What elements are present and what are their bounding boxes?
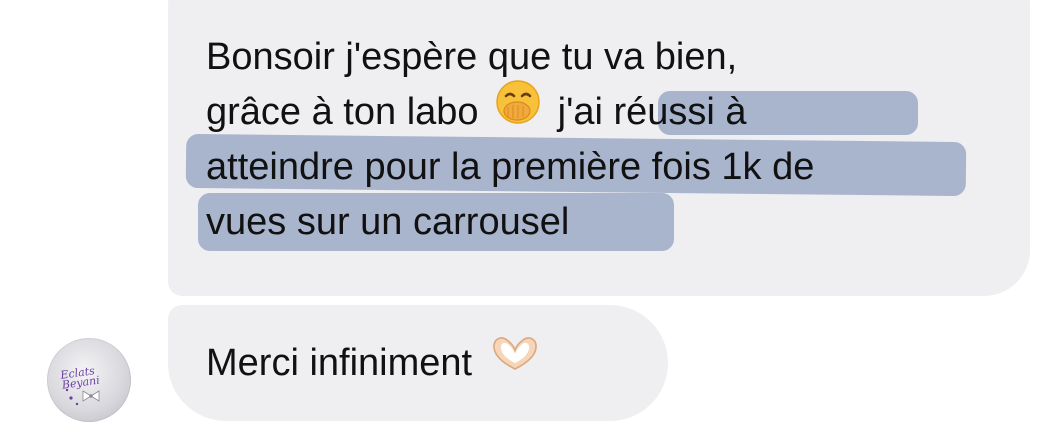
message-bubble[interactable]: Bonsoir j'espère que tu va bien, grâce à… [168,0,1030,296]
avatar[interactable]: Eclats Beyani [47,338,131,422]
message-bubble[interactable]: Merci infiniment [168,305,668,421]
message-line: Merci infiniment [206,336,638,391]
face-with-hand-over-mouth-icon [495,79,541,141]
message-line: Bonsoir j'espère que tu va bien, [206,30,1000,85]
message-text: atteindre pour la première fois 1k de [206,146,815,188]
message-line: atteindre pour la première fois 1k de [185,133,1000,197]
message-text: j'ai réussi à [557,91,747,133]
message-text: vues sur un carrousel [206,201,570,243]
message-text: Bonsoir j'espère que tu va bien, [206,36,738,78]
heart-hands-icon [489,333,541,389]
message-text: grâce à ton labo [206,91,479,133]
message-line: grâce à ton labo j'ai réussi à [206,80,1000,140]
message-thread: Bonsoir j'espère que tu va bien, grâce à… [0,0,1042,444]
message-text: Merci infiniment [206,342,473,384]
message-line: vues sur un carrousel [198,193,1000,251]
bow-icon [65,388,100,406]
